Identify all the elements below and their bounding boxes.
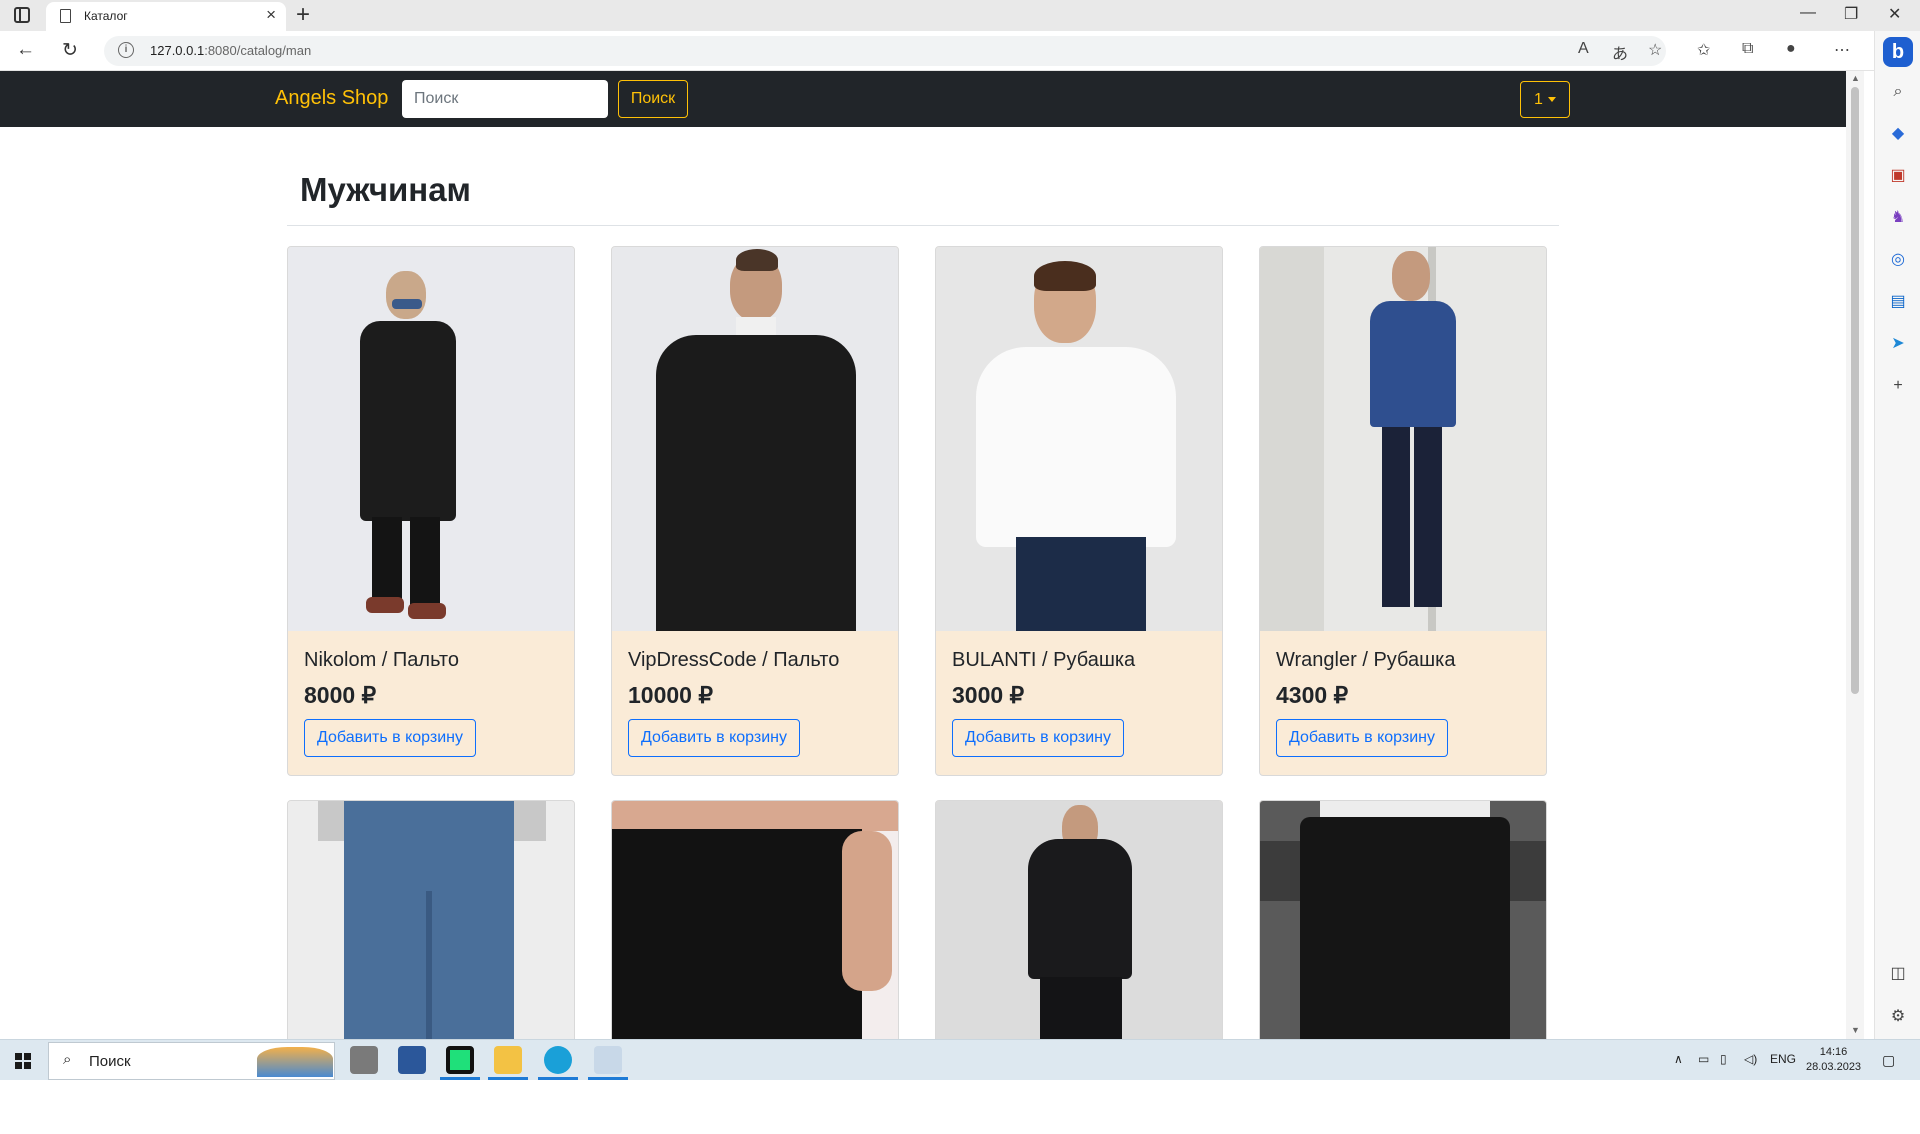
brand-link[interactable]: Angels Shop xyxy=(275,87,388,110)
divider xyxy=(287,225,1559,226)
product-card xyxy=(935,800,1223,1039)
favorites-icon[interactable]: ✩ xyxy=(1697,40,1710,60)
product-image[interactable] xyxy=(288,247,574,631)
collections-icon[interactable]: ⧉ xyxy=(1742,40,1753,58)
tools-icon[interactable]: ▣ xyxy=(1887,165,1909,187)
product-image[interactable] xyxy=(288,801,574,1039)
taskbar-search-box[interactable]: ⌕ Поиск xyxy=(48,1042,335,1080)
search-button[interactable]: Поиск xyxy=(618,80,688,118)
windows-start-icon[interactable] xyxy=(15,1053,31,1069)
office-icon[interactable]: ◎ xyxy=(1887,249,1909,271)
product-image[interactable] xyxy=(1260,247,1546,631)
close-window-icon[interactable]: ✕ xyxy=(1888,4,1901,24)
profile-icon[interactable]: ● xyxy=(1786,40,1796,58)
product-card: Wrangler / Рубашка 4300 ₽ Добавить в кор… xyxy=(1259,246,1547,776)
address-bar: ← ↻ i 127.0.0.1:8080/catalog/man A あ ☆ ✩… xyxy=(0,31,1920,71)
product-card xyxy=(287,800,575,1039)
edge-icon[interactable] xyxy=(544,1046,572,1074)
product-image[interactable] xyxy=(1260,801,1546,1039)
screen-bottom xyxy=(0,1080,1920,1134)
product-price: 3000 ₽ xyxy=(952,682,1025,708)
word-icon[interactable] xyxy=(398,1046,426,1074)
scroll-up-icon[interactable]: ▲ xyxy=(1851,73,1860,83)
add-favorite-icon[interactable]: ☆ xyxy=(1648,40,1662,60)
product-title: Nikolom / Пальто xyxy=(304,649,459,671)
pycharm-icon[interactable] xyxy=(446,1046,474,1074)
shopping-icon[interactable]: ◆ xyxy=(1887,123,1909,145)
url-text: 127.0.0.1:8080/catalog/man xyxy=(150,43,312,58)
add-to-cart-button[interactable]: Добавить в корзину xyxy=(304,719,477,757)
product-image[interactable] xyxy=(612,801,898,1039)
product-card: Nikolom / Пальто 8000 ₽ Добавить в корзи… xyxy=(287,246,575,776)
product-title: VipDressCode / Пальто xyxy=(628,649,840,671)
translate-icon[interactable]: あ xyxy=(1612,40,1628,64)
language-indicator[interactable]: ENG xyxy=(1770,1052,1796,1066)
site-info-icon[interactable]: i xyxy=(118,42,134,58)
page-scrollbar[interactable]: ▲ ▼ xyxy=(1846,71,1864,1039)
close-tab-icon[interactable]: × xyxy=(266,5,276,25)
search-icon[interactable]: ⌕ xyxy=(1887,81,1909,103)
user-dropdown-button[interactable]: 1 xyxy=(1520,81,1570,118)
search-input[interactable] xyxy=(402,80,608,118)
tab-actions-icon[interactable] xyxy=(14,7,30,23)
add-icon[interactable]: + xyxy=(1887,375,1909,397)
minimize-icon[interactable]: — xyxy=(1800,4,1816,22)
voice-recorder-icon[interactable] xyxy=(350,1046,378,1074)
refresh-icon[interactable]: ↻ xyxy=(62,39,78,62)
volume-icon[interactable]: ◁) xyxy=(1744,1052,1757,1066)
new-tab-icon[interactable]: + xyxy=(296,1,310,29)
tab-title: Каталог xyxy=(84,9,128,23)
clock-time: 14:16 xyxy=(1819,1046,1848,1058)
browser-tab[interactable]: Каталог × xyxy=(46,2,286,31)
network-icon[interactable]: ▯ xyxy=(1720,1052,1727,1066)
url-field[interactable]: i 127.0.0.1:8080/catalog/man xyxy=(104,36,1666,66)
taskbar-clock[interactable]: 14:16 28.03.2023 xyxy=(1806,1045,1861,1075)
camera-icon[interactable]: ▭ xyxy=(1698,1052,1709,1066)
read-aloud-icon[interactable]: A xyxy=(1578,40,1589,58)
taskbar-search-placeholder: Поиск xyxy=(89,1053,131,1070)
more-menu-icon[interactable]: ⋯ xyxy=(1834,40,1850,60)
product-image[interactable] xyxy=(936,801,1222,1039)
product-card xyxy=(611,800,899,1039)
web-page: Angels Shop Поиск 1 Мужчинам Nikolom / П… xyxy=(0,71,1846,1039)
games-icon[interactable]: ♞ xyxy=(1887,207,1909,229)
show-hidden-icons[interactable]: ∧ xyxy=(1674,1052,1683,1066)
sidebar-toggle-icon[interactable]: ◫ xyxy=(1887,963,1909,985)
product-title: Wrangler / Рубашка xyxy=(1276,649,1456,671)
settings-icon[interactable]: ⚙ xyxy=(1887,1006,1909,1028)
search-highlight-icon xyxy=(257,1047,333,1077)
add-to-cart-button[interactable]: Добавить в корзину xyxy=(952,719,1125,757)
product-image[interactable] xyxy=(936,247,1222,631)
scroll-thumb[interactable] xyxy=(1851,87,1859,694)
site-navbar: Angels Shop Поиск 1 xyxy=(0,71,1846,127)
paint-icon[interactable] xyxy=(594,1046,622,1074)
product-price: 8000 ₽ xyxy=(304,682,377,708)
clock-date: 28.03.2023 xyxy=(1806,1061,1862,1073)
browser-tab-bar: Каталог × + — ❐ ✕ xyxy=(0,0,1920,31)
product-price: 4300 ₽ xyxy=(1276,682,1349,708)
restore-icon[interactable]: ❐ xyxy=(1844,4,1858,24)
outlook-icon[interactable]: ▤ xyxy=(1887,291,1909,313)
page-title: Мужчинам xyxy=(300,171,471,208)
bing-icon[interactable]: b xyxy=(1883,37,1913,67)
notifications-icon[interactable]: ▢ xyxy=(1882,1052,1895,1069)
page-icon xyxy=(60,9,71,23)
scroll-down-icon[interactable]: ▼ xyxy=(1851,1025,1860,1035)
search-icon: ⌕ xyxy=(63,1051,72,1068)
add-to-cart-button[interactable]: Добавить в корзину xyxy=(628,719,801,757)
send-icon[interactable]: ➤ xyxy=(1887,333,1909,355)
product-image[interactable] xyxy=(612,247,898,631)
product-card: BULANTI / Рубашка 3000 ₽ Добавить в корз… xyxy=(935,246,1223,776)
product-title: BULANTI / Рубашка xyxy=(952,649,1136,671)
file-explorer-icon[interactable] xyxy=(494,1046,522,1074)
product-price: 10000 ₽ xyxy=(628,682,713,708)
product-card xyxy=(1259,800,1547,1039)
edge-sidebar: b ⌕ ◆ ▣ ♞ ◎ ▤ ➤ + ◫ ⚙ xyxy=(1874,31,1920,1039)
caret-down-icon xyxy=(1547,96,1556,102)
product-card: VipDressCode / Пальто 10000 ₽ Добавить в… xyxy=(611,246,899,776)
add-to-cart-button[interactable]: Добавить в корзину xyxy=(1276,719,1449,757)
windows-taskbar: ⌕ Поиск ∧ ▭ ▯ ◁) ENG 14:16 28.03.2023 ▢ xyxy=(0,1039,1920,1080)
back-icon[interactable]: ← xyxy=(16,39,35,61)
